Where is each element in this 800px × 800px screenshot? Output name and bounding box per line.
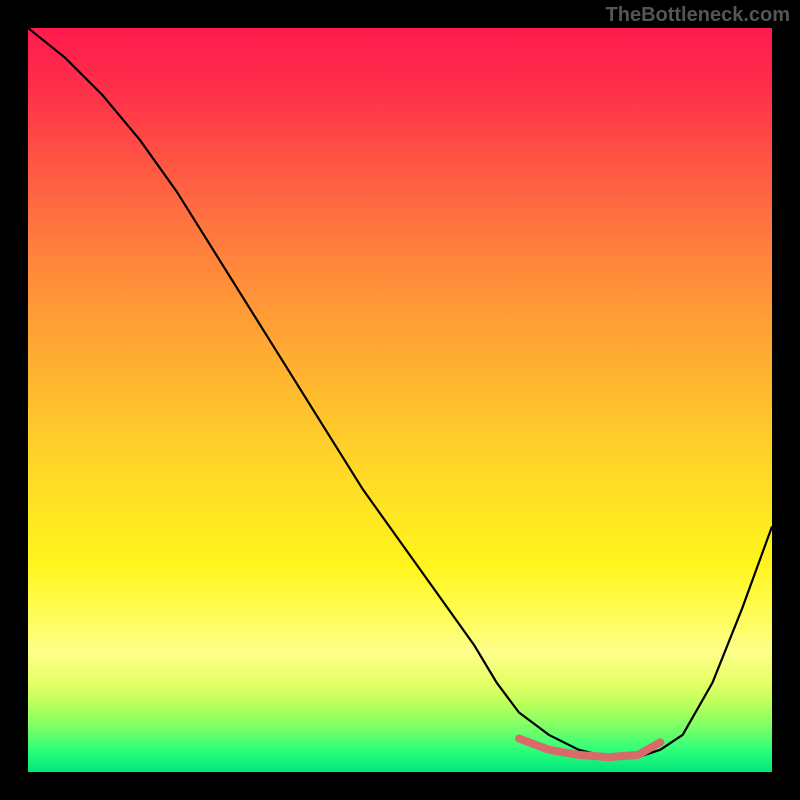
highlight-curve bbox=[519, 739, 660, 758]
watermark-text: TheBottleneck.com bbox=[606, 4, 790, 27]
chart-svg bbox=[28, 28, 772, 772]
chart-area bbox=[28, 28, 772, 772]
main-curve bbox=[28, 28, 772, 757]
